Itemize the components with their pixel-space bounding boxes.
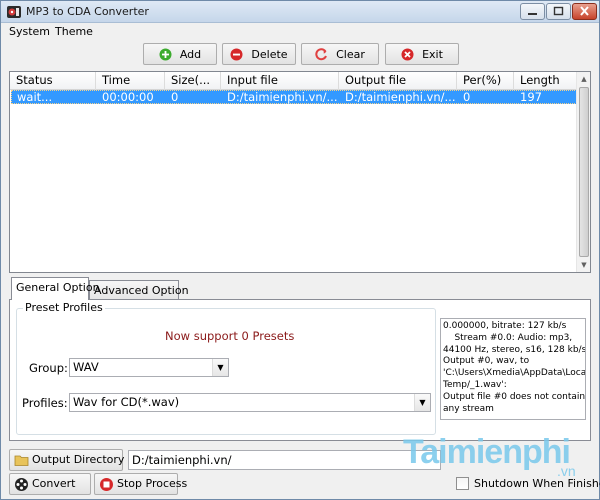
cell-length: 197 [520,91,542,104]
clear-icon [315,47,328,60]
table-row[interactable]: wait... 00:00:00 0 D:/taimienphi.vn/... … [11,90,577,104]
watermark-logo: Taimienphi [403,433,571,471]
preset-profiles-legend: Preset Profiles [23,301,105,314]
folder-icon [14,455,29,466]
add-button[interactable]: Add [143,43,217,65]
cell-size: 0 [171,91,179,104]
cell-percent: 0 [463,91,471,104]
exit-button[interactable]: Exit [385,43,459,65]
chevron-down-icon[interactable]: ▼ [414,394,430,411]
delete-button[interactable]: Delete [222,43,296,65]
add-label: Add [179,47,202,61]
minimize-icon [528,13,537,15]
minimize-button[interactable] [520,3,545,20]
output-directory-button[interactable]: Output Directory ... [9,449,138,471]
menu-system[interactable]: System [9,25,50,38]
conversion-log[interactable]: 0.000000, bitrate: 127 kb/s Stream #0.0:… [440,318,586,420]
profiles-select-value: Wav for CD(*.wav) [73,395,180,409]
cell-time: 00:00:00 [102,91,154,104]
clear-label: Clear [336,47,365,61]
exit-icon [401,48,414,60]
close-icon [580,6,589,16]
tab-advanced-option-label: Advanced Option [94,284,189,297]
delete-icon [230,48,243,60]
scrollbar-thumb[interactable] [579,87,589,257]
add-icon [159,48,172,60]
group-select-value: WAV [73,360,99,374]
clear-button[interactable]: Clear [301,43,379,65]
convert-label: Convert [32,477,76,490]
shutdown-checkbox[interactable] [456,477,469,490]
convert-button[interactable]: Convert [9,473,91,495]
maximize-button[interactable] [546,3,571,20]
column-time[interactable]: Time [96,72,165,90]
support-status-text: Now support 0 Presets [165,329,295,343]
cell-output-file: D:/taimienphi.vn/... [345,91,456,104]
scroll-up-icon[interactable]: ▲ [577,72,591,86]
general-option-panel: Preset Profiles Now support 0 Presets Gr… [9,299,591,441]
close-button[interactable] [572,3,597,20]
title-bar[interactable]: MP3 to CDA Converter [1,1,599,23]
tab-general-option[interactable]: General Option [11,277,100,300]
delete-label: Delete [251,47,288,61]
column-status[interactable]: Status [10,72,96,90]
column-output-file[interactable]: Output file [339,72,457,90]
chevron-down-icon[interactable]: ▼ [212,359,228,376]
maximize-icon [553,6,564,16]
window-title: MP3 to CDA Converter [26,5,149,18]
group-select[interactable]: WAV ▼ [69,358,229,377]
column-size[interactable]: Size(... [165,72,221,90]
profiles-select[interactable]: Wav for CD(*.wav) ▼ [69,393,431,412]
file-list-header: Status Time Size(... Input file Output f… [10,72,578,90]
menu-bar: System Theme [1,23,599,40]
menu-theme[interactable]: Theme [55,25,93,38]
cell-input-file: D:/taimienphi.vn/... [227,91,338,104]
app-window: MP3 to CDA Converter System Theme Add De… [0,0,600,500]
stop-process-button[interactable]: Stop Process [94,473,187,495]
stop-icon [100,478,113,491]
shutdown-label[interactable]: Shutdown When Finished [474,477,600,490]
output-directory-field[interactable]: D:/taimienphi.vn/ [128,450,441,470]
vertical-scrollbar[interactable]: ▲ ▼ [576,72,590,272]
profiles-label: Profiles: [22,396,68,410]
column-input-file[interactable]: Input file [221,72,339,90]
tab-advanced-option[interactable]: Advanced Option [89,280,189,300]
tab-general-option-label: General Option [16,281,100,294]
column-percent[interactable]: Per(%) [457,72,514,90]
app-icon [7,6,21,18]
group-label: Group: [29,361,68,375]
film-reel-icon [15,478,28,491]
output-directory-label: Output Directory ... [32,453,139,466]
file-list[interactable]: Status Time Size(... Input file Output f… [9,71,591,273]
scroll-down-icon[interactable]: ▼ [577,258,591,272]
stop-process-label: Stop Process [117,477,188,490]
preset-profiles-group: Preset Profiles Now support 0 Presets Gr… [16,301,436,435]
column-length[interactable]: Length [514,72,578,90]
exit-label: Exit [422,47,443,61]
cell-status: wait... [17,91,53,104]
